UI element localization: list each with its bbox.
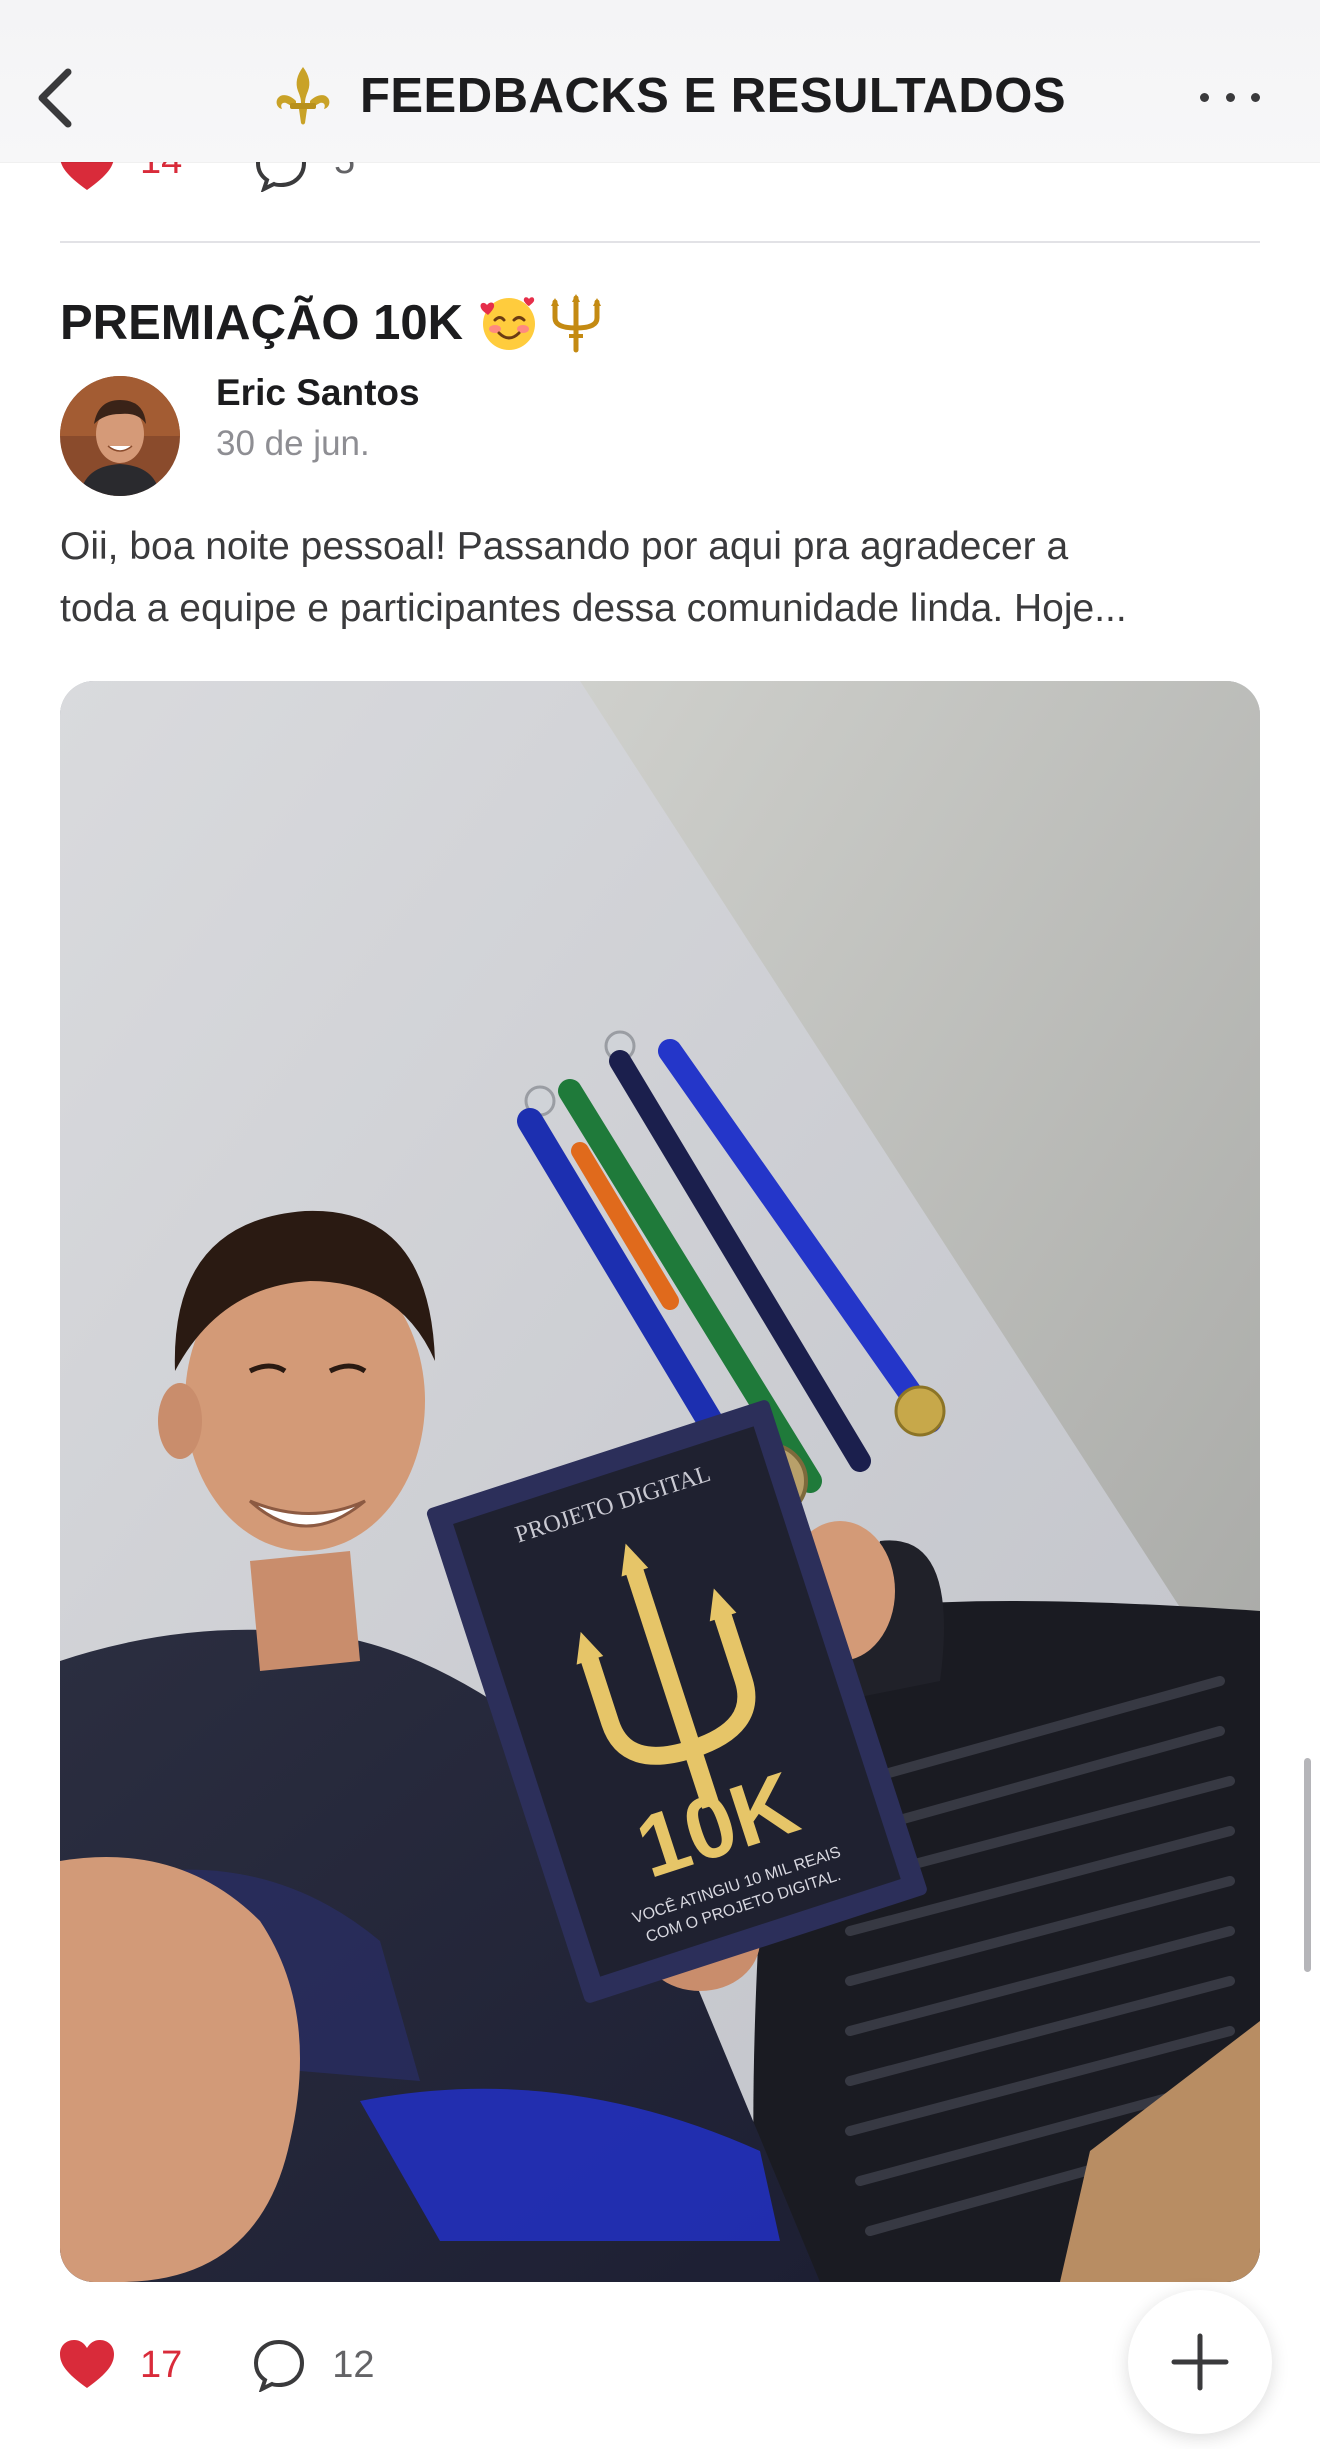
header-title-group: FEEDBACKS E RESULTADOS (270, 60, 1070, 132)
ellipsis-icon (1200, 92, 1209, 102)
more-options-button[interactable] (1200, 82, 1260, 112)
post-date: 30 de jun. (216, 424, 370, 463)
plus-icon (1171, 2333, 1229, 2391)
post-body-line: Oii, boa noite pessoal! Passando por aqu… (60, 525, 1069, 568)
author-name[interactable]: Eric Santos (216, 372, 420, 414)
ellipsis-dot (1251, 92, 1260, 102)
comment-icon[interactable] (252, 2338, 306, 2392)
comment-count[interactable]: 12 (332, 2344, 374, 2387)
page-title: FEEDBACKS E RESULTADOS (359, 69, 1067, 123)
author-avatar[interactable] (60, 376, 180, 496)
ellipsis-dot (1225, 92, 1235, 102)
chevron-left-icon (38, 68, 72, 128)
post-title-row[interactable]: PREMIAÇÃO 10K (60, 288, 607, 358)
scrollbar[interactable] (1304, 1758, 1311, 1972)
post-body[interactable]: Oii, boa noite pessoal! Passando por aqu… (60, 516, 1270, 640)
photo-scene: PROJETO DIGITAL 10K VOCÊ ATINGIU 10 MIL … (60, 681, 1260, 2282)
post-divider (60, 241, 1260, 243)
like-count[interactable]: 17 (140, 2344, 182, 2387)
post-actions: 17 12 (60, 2330, 375, 2400)
trident-icon (550, 294, 601, 353)
post-photo[interactable]: PROJETO DIGITAL 10K VOCÊ ATINGIU 10 MIL … (60, 681, 1260, 2282)
avatar-image (60, 376, 180, 496)
heart-icon[interactable] (60, 2340, 114, 2390)
add-post-button[interactable] (1128, 2290, 1272, 2434)
back-button[interactable] (28, 58, 88, 138)
top-bar: FEEDBACKS E RESULTADOS (0, 0, 1320, 162)
post-body-line: toda a equipe e participantes dessa comu… (60, 587, 1127, 630)
fleur-de-lis-icon (276, 67, 330, 125)
post-title: PREMIAÇÃO 10K (60, 296, 463, 350)
feed-page: 14 5 FEEDBACKS E RESULTADOS (0, 0, 1320, 2449)
smiling-face-with-hearts-icon (480, 297, 535, 350)
